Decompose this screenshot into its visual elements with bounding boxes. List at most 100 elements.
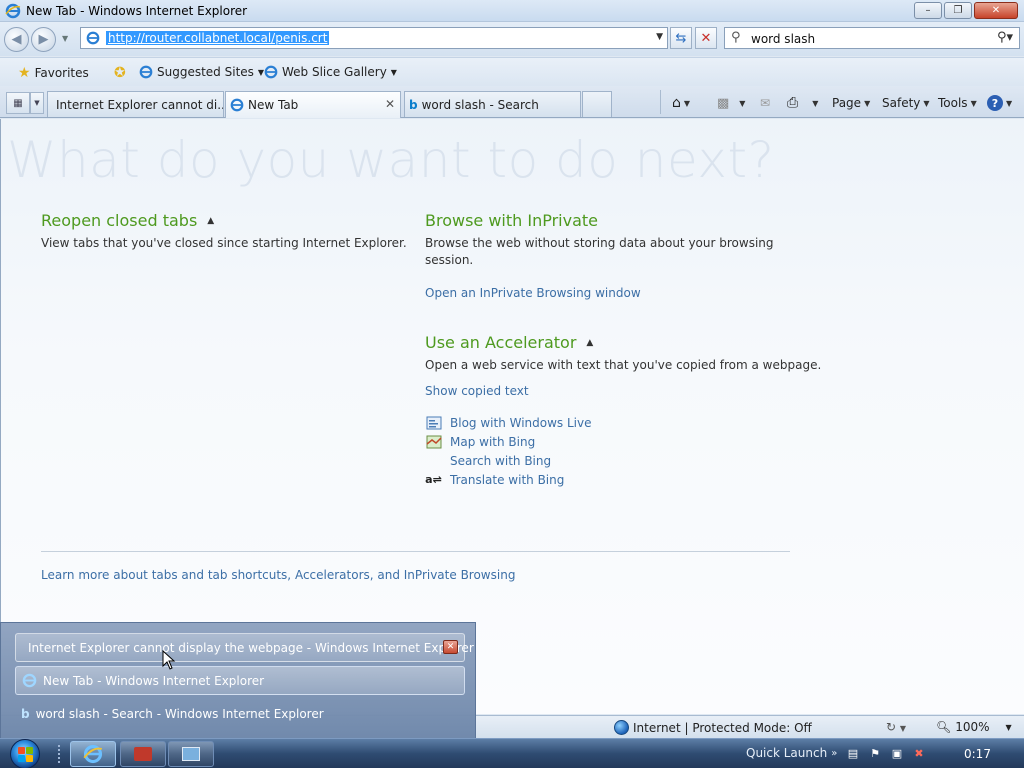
taskbar-window-list: Internet Explorer cannot display the web…: [0, 622, 476, 738]
safety-menu[interactable]: Safety ▼: [882, 92, 930, 114]
accelerator-label: Translate with Bing: [450, 472, 565, 487]
reopen-description: View tabs that you've closed since start…: [41, 236, 407, 250]
chevron-down-icon: ▼: [390, 67, 397, 77]
address-bar[interactable]: http://router.collabnet.local/penis.crt …: [80, 27, 668, 49]
volume-muted-icon[interactable]: ✖: [912, 746, 926, 760]
quick-tabs-button[interactable]: ▦: [6, 92, 30, 114]
favorites-button[interactable]: ★ Favorites: [18, 65, 89, 81]
accelerator-item-map[interactable]: Map with Bing: [425, 434, 535, 449]
search-icon: ⚲: [731, 30, 741, 45]
favorites-star-icon: ★: [18, 65, 31, 81]
accelerator-label: Map with Bing: [450, 434, 536, 449]
blog-icon: [425, 415, 442, 430]
clock[interactable]: 0:17: [964, 747, 991, 761]
flag-icon[interactable]: ⚑: [868, 746, 882, 760]
window-title: New Tab - Windows Internet Explorer: [26, 4, 248, 18]
accelerator-item-blog[interactable]: Blog with Windows Live: [425, 415, 592, 430]
window-list-item-error-page[interactable]: Internet Explorer cannot display the web…: [15, 633, 474, 662]
chevron-down-icon: ▼: [970, 98, 977, 108]
tab-e-icon: [230, 98, 244, 112]
help-icon: ?: [987, 95, 1003, 111]
chevron-down-icon: ▼: [739, 98, 746, 108]
taskbar-ie-button[interactable]: [70, 741, 116, 767]
quick-launch[interactable]: Quick Launch »: [746, 746, 837, 760]
browse-inprivate-heading[interactable]: Browse with InPrivate: [425, 211, 598, 230]
title-bar: New Tab - Windows Internet Explorer – ❐ …: [0, 0, 1024, 22]
web-slice-gallery-label: Web Slice Gallery: [282, 65, 387, 79]
chevron-down-icon: ▼: [899, 724, 907, 733]
add-to-favorites-bar-button[interactable]: ✪: [114, 65, 126, 81]
window-title-label: Internet Explorer cannot display the web…: [28, 640, 474, 655]
page-menu[interactable]: Page ▼: [832, 92, 870, 114]
add-favorite-icon: ✪: [114, 65, 126, 81]
show-copied-text-link[interactable]: Show copied text: [425, 384, 529, 398]
chevron-down-icon: ▼: [864, 98, 871, 108]
document-icon[interactable]: ▤: [846, 746, 860, 760]
collapse-arrow-icon[interactable]: ▲: [586, 338, 593, 348]
translate-icon: a⇌: [425, 473, 442, 486]
back-button[interactable]: ◀: [4, 27, 29, 52]
collapse-arrow-icon[interactable]: ▲: [207, 216, 214, 226]
window-list-item-search[interactable]: b word slash - Search - Windows Internet…: [15, 699, 465, 728]
open-inprivate-link[interactable]: Open an InPrivate Browsing window: [425, 286, 641, 300]
tab-label: New Tab: [248, 98, 299, 112]
forward-button[interactable]: ▶: [31, 27, 56, 52]
page-heading: What do you want to do next?: [7, 131, 775, 189]
taskbar-control-panel-button[interactable]: [168, 741, 214, 767]
search-input[interactable]: word slash: [751, 32, 815, 46]
feeds-button[interactable]: ▩ ▼: [717, 92, 745, 114]
quick-tabs-icon: ▦: [13, 97, 23, 109]
read-mail-button[interactable]: ✉: [760, 92, 770, 114]
maximize-button[interactable]: ❐: [944, 2, 972, 19]
tab-list-button[interactable]: ▼: [30, 92, 44, 114]
ie-window-icon: [22, 673, 37, 688]
search-go-button[interactable]: ⚲▾: [997, 30, 1013, 45]
web-slice-gallery-button[interactable]: Web Slice Gallery ▼: [264, 65, 397, 79]
print-button[interactable]: ⎙ ▼: [787, 92, 818, 114]
safety-menu-label: Safety: [882, 96, 921, 110]
taskbar-toolbox-button[interactable]: [120, 741, 166, 767]
close-window-icon[interactable]: ✕: [443, 640, 458, 654]
zone-label: Internet | Protected Mode: Off: [633, 720, 812, 735]
zoom-control[interactable]: 🔍︎ 100% ▼: [936, 720, 1012, 734]
tools-menu[interactable]: Tools ▼: [938, 92, 977, 114]
help-button[interactable]: ? ▼: [987, 92, 1012, 114]
accelerator-item-translate[interactable]: a⇌ Translate with Bing: [425, 472, 564, 487]
accelerator-item-search[interactable]: Search with Bing: [425, 453, 551, 468]
learn-more-link[interactable]: Learn more about tabs and tab shortcuts,…: [41, 568, 515, 582]
close-window-button[interactable]: ✕: [974, 2, 1018, 19]
window-list-item-new-tab[interactable]: New Tab - Windows Internet Explorer: [15, 666, 465, 695]
home-button[interactable]: ⌂ ▼: [672, 92, 690, 114]
refresh-button[interactable]: ⇆: [670, 27, 692, 49]
start-button[interactable]: [6, 739, 44, 768]
chevron-down-icon: ▼: [923, 98, 930, 108]
tab-new-tab[interactable]: New Tab ✕: [225, 91, 401, 118]
web-slice-e-icon: [264, 65, 278, 79]
security-zone[interactable]: Internet | Protected Mode: Off: [614, 720, 812, 735]
use-accelerator-heading[interactable]: Use an Accelerator ▲: [425, 333, 593, 352]
suggested-sites-button[interactable]: Suggested Sites ▼: [139, 65, 264, 79]
recent-pages-dropdown[interactable]: ▼: [62, 34, 68, 43]
minimize-button[interactable]: –: [914, 2, 942, 19]
address-dropdown-icon[interactable]: ▼: [656, 32, 663, 42]
stop-button[interactable]: ✕: [695, 27, 717, 49]
address-url[interactable]: http://router.collabnet.local/penis.crt: [106, 31, 330, 45]
section-title: Reopen closed tabs: [41, 211, 198, 230]
close-tab-icon[interactable]: ✕: [385, 97, 395, 111]
change-status-button[interactable]: ↻ ▼: [886, 720, 906, 734]
refresh-icon: ⇆: [675, 30, 687, 46]
tab-error-page[interactable]: Internet Explorer cannot di...: [47, 91, 224, 117]
back-arrow-icon: ◀: [11, 32, 22, 47]
accelerator-description: Open a web service with text that you've…: [425, 358, 822, 372]
toolbox-icon: [134, 747, 152, 761]
new-tab-button[interactable]: [582, 91, 612, 117]
chevron-down-icon: ▼: [1006, 98, 1013, 108]
reopen-closed-tabs-heading[interactable]: Reopen closed tabs ▲: [41, 211, 214, 230]
ie-taskbar-icon: [83, 744, 103, 764]
tab-word-slash-search[interactable]: b word slash - Search: [404, 91, 581, 117]
address-toolbar: ◀ ▶ ▼ http://router.collabnet.local/peni…: [0, 22, 1024, 56]
search-box[interactable]: ⚲ word slash ⚲▾: [724, 27, 1020, 49]
network-icon[interactable]: ▣: [890, 746, 904, 760]
windows-logo-icon: [10, 739, 40, 768]
favorites-bar: ★ Favorites ✪ Suggested Sites ▼ Web Slic…: [0, 57, 1024, 86]
